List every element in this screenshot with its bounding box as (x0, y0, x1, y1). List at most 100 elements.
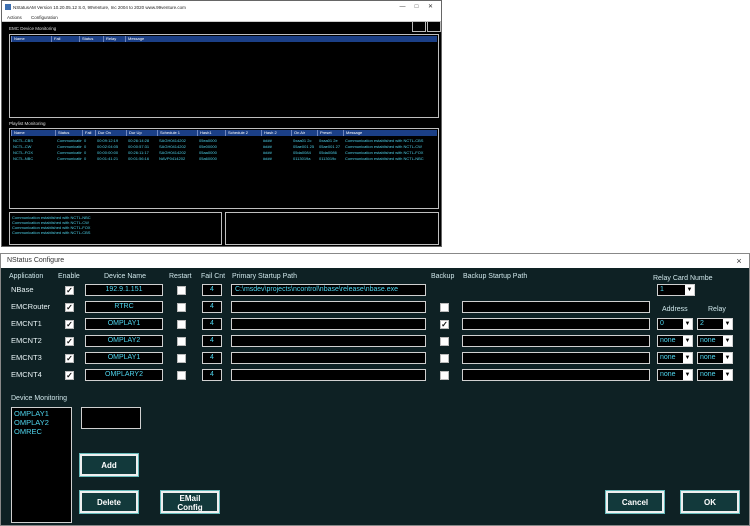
emc-col-message[interactable]: Message (125, 36, 158, 42)
backup-path-field[interactable] (462, 301, 650, 313)
primary-path-field[interactable] (231, 301, 426, 313)
device-name-field[interactable]: OMPLAY1 (85, 352, 163, 364)
restart-checkbox[interactable] (177, 303, 186, 312)
playlist-col-schedule1[interactable]: Schedule 1 (157, 130, 200, 136)
fail-count-field[interactable]: 4 (202, 318, 222, 330)
enable-checkbox[interactable]: ✓ (65, 337, 74, 346)
backup-checkbox[interactable] (440, 337, 449, 346)
playlist-col-duron[interactable]: Dur On (95, 130, 129, 136)
playlist-col-preset[interactable]: Preset (317, 130, 346, 136)
backup-checkbox[interactable] (440, 303, 449, 312)
emc-col-fail[interactable]: Fail (51, 36, 82, 42)
primary-path-field[interactable] (231, 352, 426, 364)
playlist-col-name[interactable]: Name (11, 130, 58, 136)
device-name-field[interactable]: OMPLAY2 (85, 335, 163, 347)
device-name-field[interactable]: 192.9.1.151 (85, 284, 163, 296)
fail-count-field[interactable]: 4 (202, 369, 222, 381)
table-row[interactable]: NCTL-CBS Communicating0 00:09:12:19 00:26:1… (11, 138, 436, 143)
address-select[interactable]: none ▼ (657, 335, 693, 347)
list-item[interactable]: OMPLAY1 (14, 409, 69, 418)
primary-path-field[interactable] (231, 369, 426, 381)
backup-checkbox[interactable] (440, 354, 449, 363)
backup-checkbox[interactable] (440, 371, 449, 380)
fail-count-field[interactable]: 4 (202, 301, 222, 313)
playlist-col-message[interactable]: Message (343, 130, 438, 136)
fail-count-field[interactable]: 4 (202, 352, 222, 364)
minimize-icon[interactable]: — (396, 1, 409, 14)
email-config-button[interactable]: EMail Config (160, 490, 220, 514)
backup-path-field[interactable] (462, 335, 650, 347)
status-panel[interactable] (225, 212, 439, 245)
close-icon[interactable]: ✕ (424, 1, 437, 14)
emc-device-list[interactable]: Name Fail Status Relay Message (9, 34, 439, 118)
device-entry-field[interactable] (81, 407, 141, 429)
primary-path-field[interactable] (231, 335, 426, 347)
relay-select[interactable]: none ▼ (697, 369, 733, 381)
enable-checkbox[interactable]: ✓ (65, 286, 74, 295)
restart-checkbox[interactable] (177, 354, 186, 363)
close-icon[interactable]: × (733, 254, 745, 268)
emc-col-status[interactable]: Status (79, 36, 106, 42)
maximize-icon[interactable]: □ (410, 1, 423, 14)
relay-select[interactable]: none ▼ (697, 352, 733, 364)
table-row[interactable]: NCTL-NBC Communicating0 00:01:41:21 00:01:5… (11, 156, 436, 161)
backup-path-field[interactable] (462, 369, 650, 381)
fail-count-field[interactable]: 4 (202, 335, 222, 347)
add-button[interactable]: Add (79, 453, 139, 477)
playlist-col-status[interactable]: Status (55, 130, 85, 136)
list-item[interactable]: OMREC (14, 427, 69, 436)
backup-path-field[interactable] (462, 318, 650, 330)
address-select[interactable]: 0 ▼ (657, 318, 693, 330)
primary-path-field[interactable]: C:\msdev\projects\ncontrol\nbase\release… (231, 284, 426, 296)
emc-col-name[interactable]: Name (11, 36, 54, 42)
backup-checkbox[interactable]: ✓ (440, 320, 449, 329)
playlist-list[interactable]: Name Status Fail Dur On Dur Up Schedule … (9, 128, 439, 209)
device-name-field[interactable]: OMPLAY1 (85, 318, 163, 330)
address-value: none (660, 354, 676, 361)
menu-actions[interactable]: Actions (7, 15, 22, 20)
toolbar-button-2[interactable] (427, 21, 441, 32)
table-row[interactable]: NCTL-CW Communicating0 00:02:04:05 00:00:57… (11, 144, 436, 149)
playlist-col-onair[interactable]: On Air (291, 130, 320, 136)
device-monitoring-list[interactable]: OMPLAY1 OMPLAY2 OMREC (11, 407, 72, 523)
enable-checkbox[interactable]: ✓ (65, 303, 74, 312)
device-name-field[interactable]: OMPLARY2 (85, 369, 163, 381)
restart-checkbox[interactable] (177, 337, 186, 346)
dialog-titlebar[interactable]: NStatus Configure (1, 254, 749, 268)
cancel-button[interactable]: Cancel (605, 490, 665, 514)
relay-select[interactable]: 2 ▼ (697, 318, 733, 330)
ok-button[interactable]: OK (680, 490, 740, 514)
relay-value: 2 (700, 320, 704, 327)
backup-path-field[interactable] (462, 352, 650, 364)
restart-checkbox[interactable] (177, 286, 186, 295)
log-panel[interactable]: Communication established with NCTL-NBC … (9, 212, 222, 245)
restart-checkbox[interactable] (177, 371, 186, 380)
playlist-col-schedule2[interactable]: Schedule 2 (225, 130, 264, 136)
status-window-titlebar[interactable]: NStatusAM Version 10.20.05.12 S.0, 99Ven… (2, 1, 441, 14)
address-select[interactable]: none ▼ (657, 369, 693, 381)
list-item[interactable]: OMPLAY2 (14, 418, 69, 427)
enable-checkbox[interactable]: ✓ (65, 354, 74, 363)
table-cell: #### (263, 144, 272, 149)
enable-checkbox[interactable]: ✓ (65, 371, 74, 380)
chevron-down-icon: ▼ (723, 319, 732, 329)
relay-select[interactable]: none ▼ (697, 335, 733, 347)
primary-path-field[interactable] (231, 318, 426, 330)
log-line: Communication established with NCTL-CBS (12, 230, 91, 235)
relay-card-select[interactable]: 1 ▼ (657, 284, 695, 296)
device-name-field[interactable]: RTRC (85, 301, 163, 313)
table-cell: 0 (84, 144, 87, 149)
restart-checkbox[interactable] (177, 320, 186, 329)
address-value: 0 (660, 320, 664, 327)
address-select[interactable]: none ▼ (657, 352, 693, 364)
playlist-col-durup[interactable]: Dur Up (126, 130, 160, 136)
playlist-col-hash1[interactable]: Hash1 (197, 130, 228, 136)
fail-count-field[interactable]: 4 (202, 284, 222, 296)
table-cell: NAVP0414202 (159, 156, 186, 161)
enable-checkbox[interactable]: ✓ (65, 320, 74, 329)
menu-configuration[interactable]: Configuration (31, 15, 58, 20)
delete-button[interactable]: Delete (79, 490, 139, 514)
playlist-col-hash2[interactable]: Hash 2 (261, 130, 294, 136)
table-row[interactable]: NCTL-FOX Communicating0 00:00:00:00 00:26:1… (11, 150, 436, 155)
toolbar-button-1[interactable] (412, 21, 426, 32)
